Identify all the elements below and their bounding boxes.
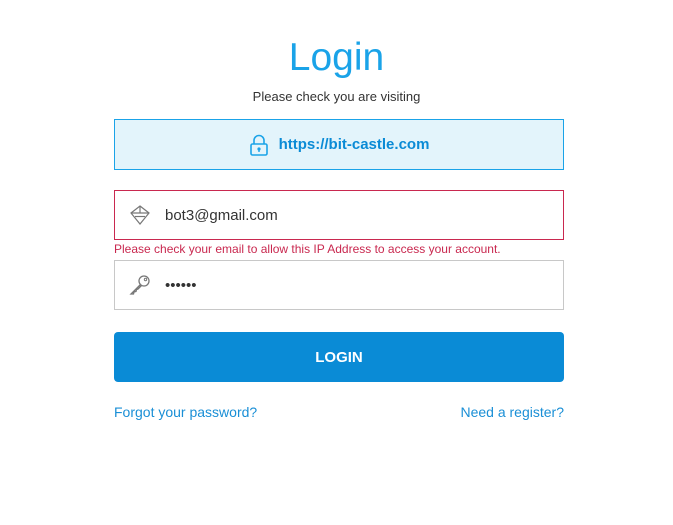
email-error-message: Please check your email to allow this IP… xyxy=(114,242,501,256)
page-subtitle: Please check you are visiting xyxy=(252,89,421,104)
url-verification-box: https://bit-castle.com xyxy=(114,119,564,170)
key-icon xyxy=(115,261,165,309)
login-button[interactable]: LOGIN xyxy=(114,332,564,382)
email-icon xyxy=(115,191,165,239)
email-field[interactable]: bot3@gmail.com xyxy=(114,190,564,240)
password-field[interactable]: •••••• xyxy=(114,260,564,310)
login-page: Login Please check you are visiting http… xyxy=(0,0,673,525)
forgot-password-link[interactable]: Forgot your password? xyxy=(114,404,257,420)
password-value: •••••• xyxy=(165,276,197,294)
register-link[interactable]: Need a register? xyxy=(460,404,564,420)
verified-url: https://bit-castle.com xyxy=(278,136,430,153)
page-title: Login xyxy=(288,36,385,79)
lock-icon xyxy=(249,134,269,156)
email-value: bot3@gmail.com xyxy=(165,206,278,224)
